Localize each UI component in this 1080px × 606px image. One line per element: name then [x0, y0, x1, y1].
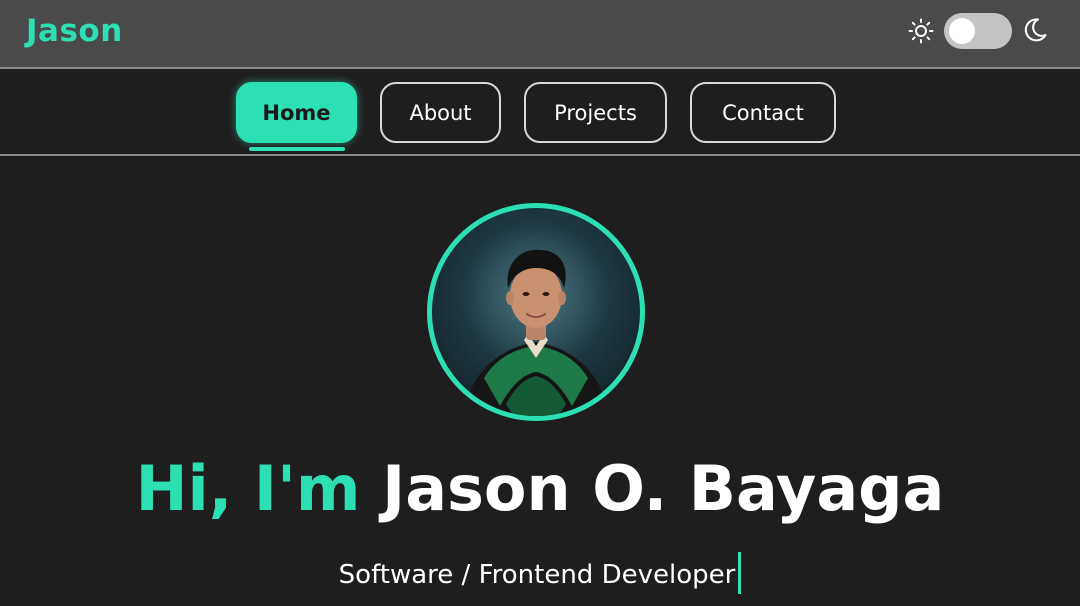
nav-about-button[interactable]: About — [380, 82, 501, 143]
hero-subtitle-row: Software / Frontend Developer — [0, 552, 1080, 594]
theme-toggle[interactable] — [944, 13, 1012, 49]
typing-cursor — [738, 552, 742, 594]
profile-avatar — [427, 203, 645, 421]
hero-name: Jason O. Bayaga — [382, 452, 945, 525]
toggle-knob — [949, 18, 975, 44]
nav-home-button[interactable]: Home — [236, 82, 357, 143]
top-header: Jason — [0, 0, 1080, 69]
main-nav: Home About Projects Contact — [0, 70, 1080, 156]
hero-subtitle: Software / Frontend Developer — [338, 560, 736, 590]
active-nav-indicator — [249, 147, 345, 151]
nav-contact-button[interactable]: Contact — [690, 82, 836, 143]
sun-icon — [908, 18, 934, 44]
nav-projects-button[interactable]: Projects — [524, 82, 667, 143]
profile-photo — [462, 249, 610, 416]
hero-title: Hi, I'm Jason O. Bayaga — [0, 452, 1080, 525]
site-logo[interactable]: Jason — [26, 13, 123, 49]
hero-greeting: Hi, I'm — [135, 452, 361, 525]
moon-icon — [1024, 18, 1047, 42]
